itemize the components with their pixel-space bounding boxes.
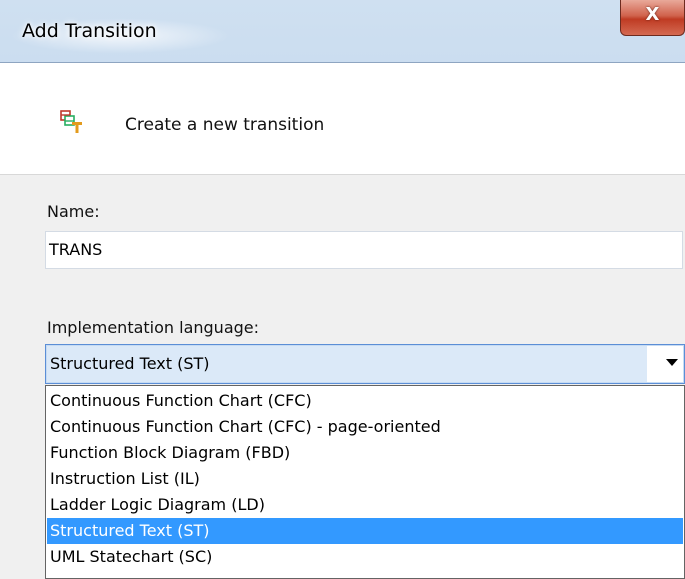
dropdown-option-st[interactable]: Structured Text (ST) — [47, 518, 683, 544]
header-panel: Create a new transition — [0, 63, 685, 175]
language-dropdown-list: Continuous Function Chart (CFC) Continuo… — [45, 385, 685, 579]
implementation-language-label: Implementation language: — [47, 318, 260, 337]
chevron-down-icon[interactable] — [666, 359, 678, 366]
implementation-language-select[interactable]: Structured Text (ST) — [45, 344, 685, 384]
dialog-body: Create a new transition Name: TRANS Impl… — [0, 62, 685, 579]
add-transition-dialog: Add Transition X Create a new transition… — [0, 0, 685, 579]
dropdown-option-cfc-page-oriented[interactable]: Continuous Function Chart (CFC) - page-o… — [47, 414, 683, 440]
close-button[interactable]: X — [620, 0, 685, 36]
title-bar[interactable]: Add Transition X — [0, 0, 685, 62]
name-field[interactable]: TRANS — [45, 231, 683, 269]
dropdown-option-sc[interactable]: UML Statechart (SC) — [47, 544, 683, 570]
dropdown-option-fbd[interactable]: Function Block Diagram (FBD) — [47, 440, 683, 466]
name-label: Name: — [47, 202, 100, 221]
header-description: Create a new transition — [125, 115, 325, 135]
transition-icon — [60, 110, 82, 133]
close-icon: X — [645, 4, 660, 25]
dropdown-option-il[interactable]: Instruction List (IL) — [47, 466, 683, 492]
selected-language: Structured Text (ST) — [47, 346, 647, 382]
dropdown-option-ld[interactable]: Ladder Logic Diagram (LD) — [47, 492, 683, 518]
dialog-title: Add Transition — [22, 20, 157, 42]
dropdown-option-cfc[interactable]: Continuous Function Chart (CFC) — [47, 388, 683, 414]
